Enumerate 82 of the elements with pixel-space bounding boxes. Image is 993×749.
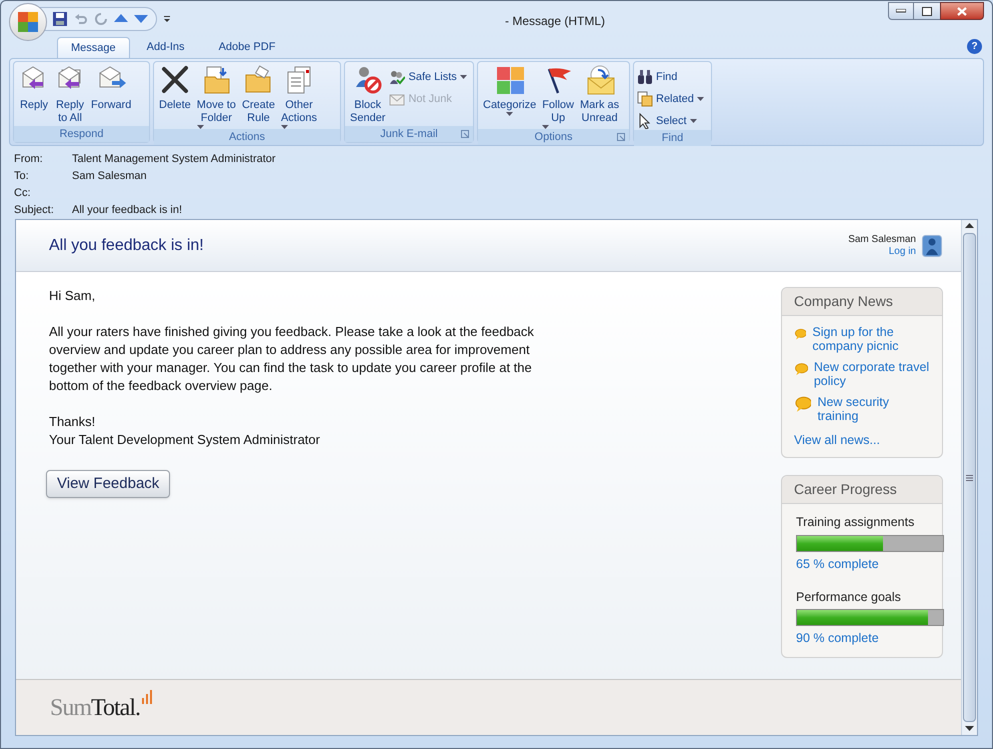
progress-reading[interactable]: 90 % complete: [796, 629, 928, 648]
pointer-icon: [637, 113, 653, 129]
dialog-launcher-icon[interactable]: [617, 133, 625, 141]
ribbon-button[interactable]: Reply: [17, 65, 51, 112]
up-arrow-icon[interactable]: [114, 14, 128, 24]
paragraph: All your raters have finished giving you feedback. Please take a look at the feedback overview and update you career plan to address any possible area for improvement together with your manager. You can find the task to update you career profile at the bottom of the feedback overview page.: [49, 323, 535, 395]
maximize-button[interactable]: [914, 2, 940, 20]
ribbon-button[interactable]: Follow Up: [540, 65, 576, 129]
down-arrow-icon[interactable]: [134, 14, 148, 24]
speech-bubble-icon: [794, 326, 806, 342]
ribbon-button[interactable]: Move to Folder: [194, 65, 238, 129]
group-label: Find: [662, 130, 684, 146]
close-icon: [957, 6, 967, 16]
field-label: Cc:: [14, 186, 32, 202]
speech-bubble-icon: [794, 396, 812, 412]
minimize-button[interactable]: [888, 2, 914, 20]
save-icon[interactable]: [52, 11, 68, 27]
email-title: All you feedback is in!: [49, 236, 204, 256]
news-link[interactable]: Sign up for the company picnic: [812, 325, 930, 353]
scroll-thumb[interactable]: [963, 233, 976, 722]
documents-icon: [637, 91, 653, 107]
office-logo-icon: [17, 11, 39, 33]
envelope-icon: [584, 65, 615, 95]
scroll-down-icon[interactable]: [965, 726, 974, 731]
folder-icon: [243, 65, 274, 95]
progress-label: Performance goals: [796, 588, 902, 606]
help-button[interactable]: ?: [967, 39, 982, 54]
bars-icon: [142, 690, 152, 704]
ribbon-button[interactable]: Safe Lists: [389, 68, 467, 86]
progress-label: Training assignments: [796, 514, 916, 531]
field-label: To:: [14, 169, 30, 184]
ribbon-button[interactable]: Find: [637, 68, 704, 86]
ribbon-button[interactable]: Other Actions: [278, 65, 320, 129]
view-feedback-button[interactable]: View Feedback: [46, 470, 170, 498]
card-title: Company News: [782, 288, 942, 316]
user-icon: [922, 234, 942, 256]
ribbon-button[interactable]: Related: [637, 90, 704, 108]
ribbon-tab[interactable]: Add-Ins: [130, 37, 202, 58]
field-label: Subject:: [14, 203, 55, 218]
close-button[interactable]: [940, 2, 984, 20]
logo: SumTotal.: [50, 690, 140, 726]
color-squares-icon: [494, 65, 525, 95]
ribbon-button[interactable]: Delete: [157, 65, 193, 112]
ribbon-tab[interactable]: Adobe PDF: [202, 37, 292, 58]
progress-reading[interactable]: 65 % complete: [796, 554, 928, 574]
group-label: Actions: [228, 130, 266, 145]
ribbon-button[interactable]: Select: [637, 112, 704, 130]
field-label: From:: [14, 152, 44, 168]
ribbon-button[interactable]: Mark as Unread: [578, 65, 622, 125]
field-value: All your feedback is in!: [72, 203, 182, 218]
view-all-news-link[interactable]: View all news...: [794, 433, 930, 447]
group-label: Options: [534, 130, 572, 145]
office-logo-button[interactable]: [9, 3, 47, 41]
ribbon-button[interactable]: Categorize: [481, 65, 538, 116]
minimize-icon: [896, 9, 906, 13]
ribbon-button[interactable]: Forward: [89, 65, 134, 112]
ribbon-button[interactable]: Create Rule: [240, 65, 277, 125]
ribbon-button[interactable]: Reply to All: [53, 65, 87, 125]
news-link[interactable]: New security training: [817, 395, 930, 423]
grip-icon: [966, 474, 973, 480]
speech-bubble-icon: [794, 361, 808, 377]
dialog-launcher-icon[interactable]: [461, 130, 469, 138]
paragraph: Thanks! Your Talent Development System Administrator: [49, 413, 321, 449]
binoculars-icon: [637, 69, 653, 85]
people-check-icon: [389, 69, 406, 85]
group-label: Junk E-mail: [380, 126, 438, 142]
user-name: Sam Salesman: [848, 234, 916, 246]
news-link[interactable]: New corporate travel policy: [814, 360, 930, 388]
window-title: - Message (HTML): [505, 13, 606, 30]
ribbon-tab[interactable]: Message: [57, 37, 130, 58]
group-label: Respond: [59, 126, 104, 142]
scroll-up-icon[interactable]: [965, 223, 974, 228]
scrollbar[interactable]: [961, 220, 977, 735]
field-value: Sam Salesman: [72, 169, 147, 184]
maximize-icon: [922, 6, 932, 16]
log-in-link[interactable]: Log in: [888, 246, 916, 258]
ribbon-button[interactable]: Block Sender: [348, 65, 388, 125]
field-value: Talent Management System Administrator: [72, 152, 276, 168]
x-mark-icon: [160, 65, 190, 95]
paragraph: Hi Sam,: [49, 287, 96, 305]
card-title: Career Progress: [782, 476, 942, 504]
customize-toolbar-icon[interactable]: [163, 15, 171, 23]
